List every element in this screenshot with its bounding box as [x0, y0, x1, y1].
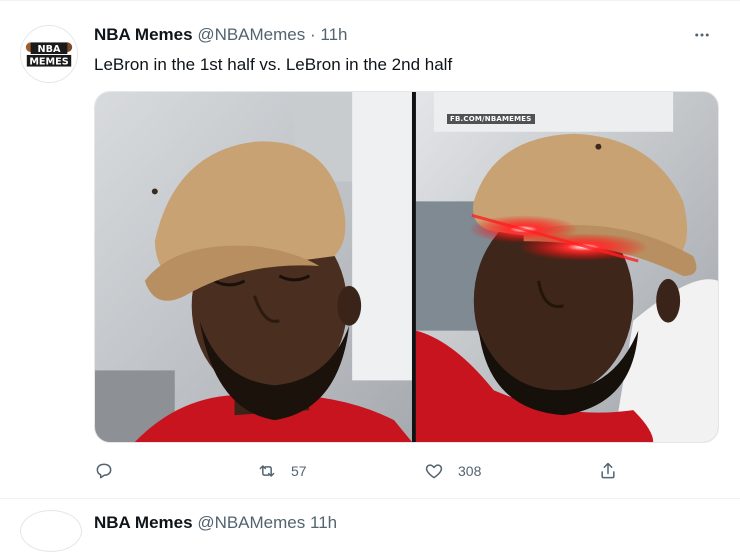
like-button[interactable]: 308 [424, 457, 481, 485]
glowing-eyes-man-right-panel [415, 92, 718, 442]
avatar-logo-line1: NBA [38, 44, 61, 55]
display-name[interactable]: NBA Memes [94, 25, 193, 44]
next-tweet-avatar[interactable] [20, 510, 82, 552]
tweet-header: NBA Memes @NBAMemes · 11h [94, 24, 348, 46]
next-handle[interactable]: @NBAMemes [197, 513, 305, 532]
heart-icon [425, 464, 443, 479]
retweet-count: 57 [291, 463, 307, 479]
share-button[interactable] [598, 457, 618, 485]
reply-icon [96, 463, 112, 479]
reply-button[interactable] [94, 457, 114, 485]
avatar[interactable]: NBA MEMES [20, 25, 78, 83]
handle[interactable]: @NBAMemes [197, 25, 305, 44]
avatar-logo-line2: MEMES [29, 57, 68, 68]
tweet-text: LeBron in the 1st half vs. LeBron in the… [94, 55, 453, 74]
nba-memes-logo: NBA MEMES [21, 26, 77, 82]
sleeping-man-left-panel [95, 92, 412, 442]
next-timestamp[interactable]: 11h [310, 513, 337, 532]
tweet-card[interactable]: NBA MEMES NBA Memes @NBAMemes · 11h LeBr… [0, 0, 740, 499]
retweet-button[interactable]: 57 [257, 457, 307, 485]
next-display-name[interactable]: NBA Memes [94, 513, 193, 532]
retweet-icon [259, 465, 275, 477]
watermark-text: FB.COM/NBAMEMES [447, 114, 535, 124]
more-options-icon[interactable] [688, 21, 716, 49]
timestamp[interactable]: 11h [320, 25, 347, 44]
tweet-media-image[interactable]: FB.COM/NBAMEMES [94, 91, 719, 443]
panel-divider [411, 92, 416, 442]
share-icon [601, 462, 615, 479]
tweet-actions: 57 308 [94, 457, 624, 485]
separator: · [310, 25, 316, 44]
next-tweet-header: NBA Memes @NBAMemes 11h [94, 512, 337, 534]
like-count: 308 [458, 463, 482, 479]
